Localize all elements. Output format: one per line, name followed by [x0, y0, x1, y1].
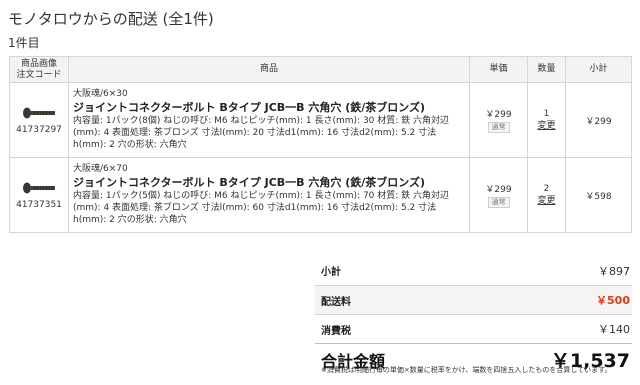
unit-price: ￥299 — [485, 110, 512, 120]
line-subtotal: ￥598 — [565, 157, 632, 233]
tax-note: ※消費税は明細行毎の単価×数量に税率をかけ、端数を四捨五入したものを合算していま… — [321, 366, 612, 374]
item-count: 1件目 — [8, 36, 40, 50]
shipping-value: ￥500 — [596, 294, 630, 307]
header-product: 商品 — [68, 56, 470, 83]
unit-price: ￥299 — [485, 185, 512, 195]
change-qty-link[interactable]: 変更 — [537, 196, 555, 206]
product-spec: 内容量: 1パック(5個) ねじの呼び: M6 ねじピッチ(mm): 1 長さ(… — [73, 191, 450, 225]
shipping-row: 配送料 ￥500 — [315, 285, 632, 314]
product-spec: 内容量: 1パック(8個) ねじの呼び: M6 ねじピッチ(mm): 1 長さ(… — [73, 116, 450, 150]
qty-cell: 2 変更 — [527, 157, 566, 233]
tax-row: 消費税 ￥140 — [315, 314, 632, 343]
shipping-label: 配送料 — [321, 296, 351, 308]
header-price: 単価 — [469, 56, 528, 83]
header-qty: 数量 — [527, 56, 566, 83]
tax-label: 消費税 — [321, 325, 351, 337]
table-row: 41737351 大阪魂/6×70 ジョイントコネクターボルト Bタイプ JCB… — [9, 157, 632, 233]
tax-value: ￥140 — [598, 323, 630, 336]
order-code: 41737297 — [16, 125, 62, 135]
subtotal-label: 小計 — [321, 267, 341, 278]
subtotal-row: 小計 ￥897 — [315, 256, 632, 285]
subtotal-value: ￥897 — [598, 264, 630, 278]
line-subtotal: ￥299 — [565, 82, 632, 158]
order-code: 41737351 — [16, 200, 62, 210]
product-name[interactable]: ジョイントコネクターボルト Bタイプ JCB一B 六角穴 (鉄/茶ブロンズ) — [73, 100, 465, 115]
product-brand: 大阪魂/6×70 — [73, 164, 128, 174]
header-image-label: 商品画像 — [20, 58, 57, 69]
price-cell: ￥299 通常 — [469, 82, 528, 158]
order-summary: 小計 ￥897 配送料 ￥500 消費税 ￥140 合計金額 ￥1,537 — [315, 256, 632, 375]
header-image-code: 商品画像 注文コード — [9, 56, 69, 83]
product-brand: 大阪魂/6×30 — [73, 89, 128, 99]
page-title: モノタロウからの配送 (全1件) — [8, 10, 214, 28]
price-type-badge: 通常 — [487, 197, 510, 208]
product-image-cell: 41737351 — [9, 157, 69, 233]
product-name[interactable]: ジョイントコネクターボルト Bタイプ JCB一B 六角穴 (鉄/茶ブロンズ) — [73, 175, 465, 190]
bolt-product-image[interactable] — [22, 107, 56, 119]
quantity: 2 — [543, 184, 550, 194]
quantity: 1 — [543, 109, 550, 119]
qty-cell: 1 変更 — [527, 82, 566, 158]
bolt-product-image[interactable] — [22, 182, 56, 194]
product-info-cell: 大阪魂/6×70 ジョイントコネクターボルト Bタイプ JCB一B 六角穴 (鉄… — [68, 157, 470, 233]
product-info-cell: 大阪魂/6×30 ジョイントコネクターボルト Bタイプ JCB一B 六角穴 (鉄… — [68, 82, 470, 158]
price-cell: ￥299 通常 — [469, 157, 528, 233]
table-header-row: 商品画像 注文コード 商品 単価 数量 小計 — [9, 56, 632, 83]
header-subtotal: 小計 — [565, 56, 632, 83]
table-row: 41737297 大阪魂/6×30 ジョイントコネクターボルト Bタイプ JCB… — [9, 82, 632, 158]
header-code-label: 注文コード — [16, 69, 62, 80]
product-image-cell: 41737297 — [9, 82, 69, 158]
price-type-badge: 通常 — [487, 122, 510, 133]
change-qty-link[interactable]: 変更 — [537, 121, 555, 131]
cart-table: 商品画像 注文コード 商品 単価 数量 小計 41737297 大阪魂/6×30… — [9, 56, 632, 233]
